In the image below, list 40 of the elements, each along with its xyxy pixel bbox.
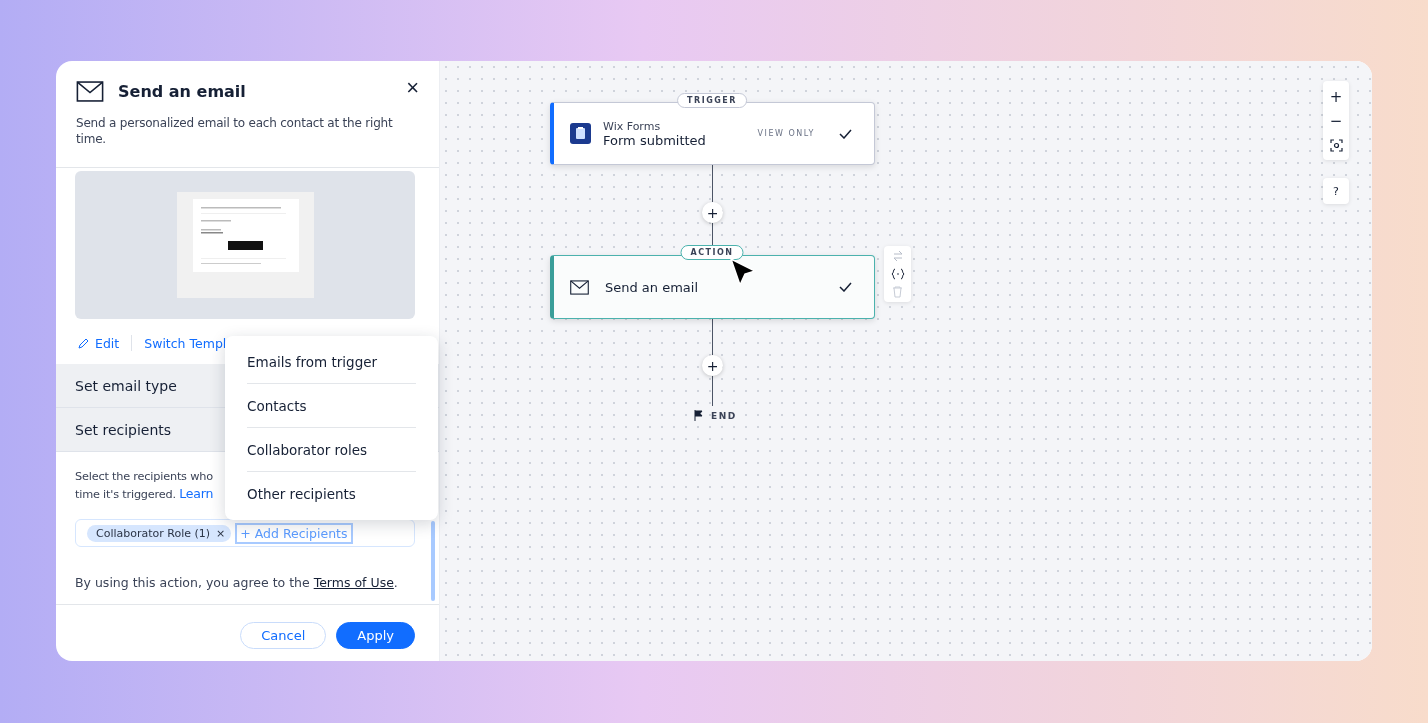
- menu-item[interactable]: Emails from trigger: [247, 340, 416, 384]
- trigger-node[interactable]: Wix Forms Form submitted VIEW ONLY: [550, 102, 875, 165]
- help-button[interactable]: ?: [1323, 178, 1349, 204]
- action-node[interactable]: Send an email: [550, 255, 875, 319]
- add-step-button[interactable]: +: [702, 355, 723, 376]
- remove-icon[interactable]: ×: [216, 526, 226, 540]
- terms-link[interactable]: Terms of Use: [313, 575, 394, 590]
- edit-link[interactable]: Edit: [78, 335, 120, 351]
- check-icon: [839, 128, 852, 139]
- recipient-tag: Collaborator Role (1) ×: [87, 524, 232, 542]
- view-only-label: VIEW ONLY: [757, 129, 815, 138]
- template-link[interactable]: Switch Templ: [144, 335, 227, 351]
- terms-text: By using this action, you agree to the Terms of Use.: [74, 574, 399, 590]
- trigger-badge: TRIGGER: [677, 93, 747, 108]
- braces-icon[interactable]: [890, 268, 905, 280]
- check-icon: [839, 282, 852, 292]
- action-badge: ACTION: [680, 245, 744, 260]
- flag-icon: [694, 410, 703, 421]
- zoom-out-button[interactable]: −: [1323, 109, 1349, 133]
- action-title: Send an email: [605, 279, 700, 295]
- recipients-field[interactable]: Collaborator Role (1) × + Add Recipients: [75, 519, 415, 547]
- app-name: Wix Forms: [603, 119, 662, 133]
- trigger-title: Form submitted: [603, 132, 706, 148]
- envelope-icon: [76, 80, 104, 102]
- apply-button[interactable]: Apply: [336, 622, 415, 649]
- menu-item[interactable]: Other recipients: [247, 472, 416, 516]
- clipboard-icon: [570, 123, 591, 144]
- end-label: END: [711, 410, 737, 421]
- panel-description: Send a personalized email to each contact at the right time.: [76, 115, 394, 147]
- zoom-in-button[interactable]: +: [1323, 85, 1349, 109]
- menu-item[interactable]: Contacts: [247, 384, 416, 428]
- fit-view-icon[interactable]: [1329, 139, 1343, 152]
- menu-item[interactable]: Collaborator roles: [247, 428, 416, 472]
- envelope-icon: [570, 279, 589, 295]
- cancel-button[interactable]: Cancel: [240, 622, 327, 649]
- close-button[interactable]: ×: [406, 77, 419, 105]
- learn-link[interactable]: Learn: [179, 486, 214, 501]
- panel-title: Send an email: [118, 81, 247, 101]
- add-step-button[interactable]: +: [702, 202, 723, 223]
- pencil-icon: [78, 337, 89, 349]
